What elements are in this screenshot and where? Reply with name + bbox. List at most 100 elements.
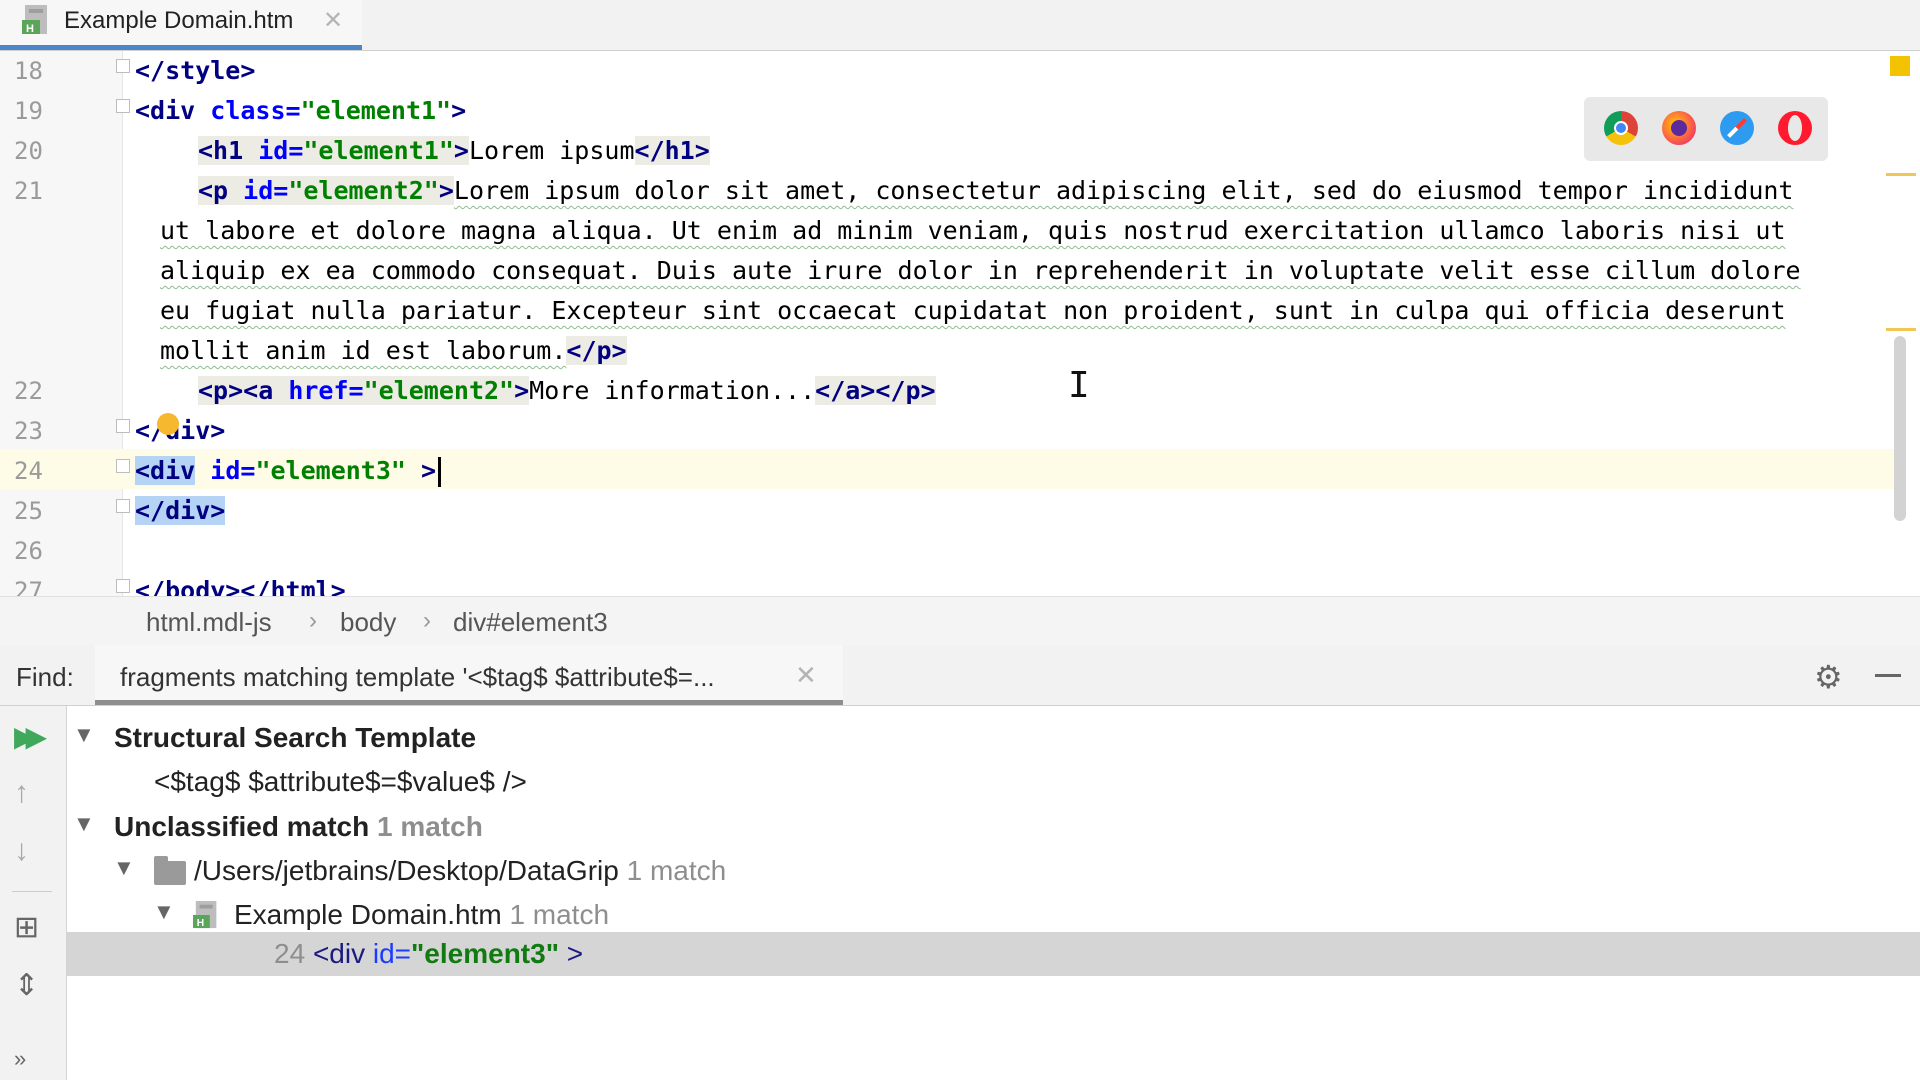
arrow-down-icon[interactable]: ↓ (14, 834, 29, 868)
fold-marker-icon[interactable] (116, 59, 130, 73)
line-number: 26 (14, 537, 43, 565)
code-token: </div> (135, 416, 226, 445)
tab-example-domain[interactable]: H Example Domain.htm ✕ (0, 0, 362, 50)
code-token: > (451, 96, 467, 125)
chrome-icon[interactable] (1604, 111, 1638, 145)
expand-icon[interactable]: ⇕ (14, 968, 39, 1003)
tab-close-icon[interactable]: ✕ (323, 6, 343, 35)
more-icon[interactable]: » (14, 1046, 26, 1072)
expand-arrow-icon[interactable]: ▼ (73, 722, 95, 748)
line-number: 20 (14, 137, 43, 165)
code-token: "element3" (255, 456, 406, 485)
intention-bulb-icon[interactable] (157, 413, 179, 435)
match-count: 1 match (626, 855, 727, 886)
gear-icon[interactable]: ⚙ (1814, 658, 1843, 696)
folder-label: /Users/jetbrains/Desktop/DataGrip 1 matc… (194, 855, 726, 887)
code-token: mollit anim id est laborum. (160, 336, 567, 365)
minimize-icon[interactable] (1875, 674, 1901, 677)
tree-node-template-text[interactable]: <$tag$ $attribute$=$value$ /> (67, 760, 1920, 804)
tree-node-match[interactable]: 24 <div id="element3" > (67, 932, 1920, 976)
safari-icon[interactable] (1720, 111, 1754, 145)
code-token: "element1" (300, 96, 452, 125)
line-number: 24 (14, 457, 43, 485)
vertical-scrollbar[interactable] (1894, 336, 1906, 521)
template-text: <$tag$ $attribute$=$value$ /> (154, 766, 527, 797)
opera-icon[interactable] (1778, 111, 1812, 145)
expand-arrow-icon[interactable]: ▼ (153, 899, 175, 925)
expand-arrow-icon[interactable]: ▼ (73, 811, 95, 837)
code-token: More information... (529, 376, 816, 405)
code-line-21-wrap: mollit anim id est laborum.</p> (160, 331, 627, 371)
code-token: <div (135, 456, 196, 485)
code-token: class= (210, 96, 301, 125)
editor-tab-bar: H Example Domain.htm ✕ (0, 0, 1920, 51)
code-line-22: <p><a href="element2">More information..… (198, 371, 936, 411)
find-results-tab[interactable]: fragments matching template '<$tag$ $att… (95, 645, 843, 705)
code-token: href= (288, 376, 364, 405)
breadcrumb-item[interactable]: div#element3 (453, 607, 608, 638)
rerun-icon[interactable]: ▶▶ (14, 720, 47, 753)
unclassified-label: Unclassified match 1 match (114, 811, 483, 843)
error-stripe-marker[interactable] (1886, 328, 1916, 331)
code-token: > (514, 376, 530, 405)
code-token: Lorem ipsum dolor sit amet, consectetur … (453, 176, 1794, 205)
find-results-tree[interactable]: ▼ Structural Search Template <$tag$ $att… (67, 706, 1920, 1080)
group-icon[interactable]: ⊞ (14, 910, 39, 945)
code-token: </style> (135, 56, 256, 85)
file-label: Example Domain.htm 1 match (234, 899, 609, 931)
code-line-27: </body></html> (135, 571, 346, 596)
code-line-18: </style> (135, 51, 255, 91)
line-number: 27 (14, 577, 43, 596)
text-caret (438, 457, 442, 487)
match-value: "element3" (411, 938, 559, 969)
code-editor[interactable]: 18 19 20 21 22 23 24 25 26 27 </style> <… (0, 51, 1920, 596)
code-line-21-wrap: aliquip ex ea commodo consequat. Duis au… (160, 251, 1801, 291)
code-token: <h1 (198, 136, 244, 165)
code-line-25: </div> (135, 491, 226, 531)
match-line-number: 24 (274, 938, 306, 969)
code-token: </h1> (634, 136, 710, 165)
breadcrumb-item[interactable]: html.mdl-js (146, 607, 272, 638)
template-heading: Structural Search Template (114, 722, 477, 753)
code-token: </p> (566, 336, 627, 365)
fold-marker-icon[interactable] (116, 99, 130, 113)
match-tag: <div (312, 938, 366, 969)
fold-marker-icon[interactable] (116, 579, 130, 593)
tree-node-template[interactable]: ▼ Structural Search Template (67, 716, 1920, 760)
tree-node-unclassified[interactable]: ▼ Unclassified match 1 match (67, 805, 1920, 849)
code-token: <p><a (198, 376, 274, 405)
fold-marker-icon[interactable] (116, 459, 130, 473)
code-token: <div (135, 96, 196, 125)
breadcrumb-item[interactable]: body (340, 607, 396, 638)
fold-marker-icon[interactable] (116, 499, 130, 513)
svg-text:H: H (197, 918, 204, 929)
match-count: 1 match (376, 811, 483, 842)
code-token: "element1" (303, 136, 454, 165)
svg-text:H: H (26, 23, 34, 35)
tree-node-folder[interactable]: ▼ /Users/jetbrains/Desktop/DataGrip 1 ma… (67, 849, 1920, 893)
html-file-icon: H (22, 5, 47, 35)
find-tab-active-indicator (95, 700, 843, 705)
code-line-21: <p id="element2">Lorem ipsum dolor sit a… (198, 171, 1793, 211)
firefox-icon[interactable] (1662, 111, 1696, 145)
expand-arrow-icon[interactable]: ▼ (113, 855, 135, 881)
tab-title: Example Domain.htm (64, 7, 294, 34)
folder-path: /Users/jetbrains/Desktop/DataGrip (194, 855, 619, 886)
unclassified-text: Unclassified match (114, 811, 370, 842)
find-tab-close-icon[interactable]: ✕ (795, 660, 817, 691)
line-number: 21 (14, 177, 43, 205)
fold-marker-icon[interactable] (116, 419, 130, 433)
inspection-status-icon[interactable] (1890, 56, 1910, 76)
breadcrumb-separator-icon: › (309, 607, 317, 634)
arrow-up-icon[interactable]: ↑ (14, 776, 29, 810)
error-stripe-marker[interactable] (1886, 173, 1916, 176)
find-toolbar: ▶▶ ↑ ↓ ⊞ ⇕ » (0, 706, 67, 1080)
line-number: 18 (14, 57, 43, 85)
find-tab-title: fragments matching template '<$tag$ $att… (120, 662, 715, 692)
tree-node-file[interactable]: ▼ H Example Domain.htm 1 match (67, 893, 1920, 937)
line-number: 25 (14, 497, 43, 525)
file-name: Example Domain.htm (234, 899, 502, 930)
folder-icon (154, 856, 186, 885)
code-token: </body></html> (135, 576, 346, 596)
code-token: id= (210, 456, 256, 485)
